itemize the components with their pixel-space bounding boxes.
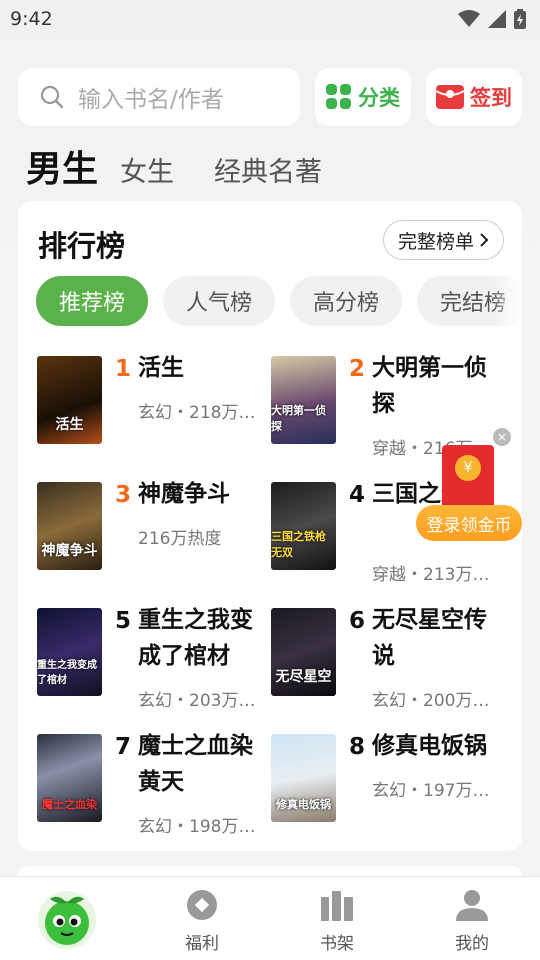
book-meta: 玄幻・197万… [372, 781, 490, 801]
gender-tabs: 男生 女生 经典名著 [26, 140, 322, 192]
book-title: 魔士之血染黄天 [138, 733, 253, 795]
coin-seal-icon: ¥ [455, 455, 481, 481]
book-rank: 7 [115, 734, 132, 760]
book-cover: 神魔争斗 [37, 482, 102, 570]
chip-popular[interactable]: 人气榜 [163, 276, 275, 326]
book-rank: 1 [115, 356, 132, 382]
status-time: 9:42 [10, 8, 53, 30]
nav-welfare[interactable]: 福利 [152, 877, 252, 960]
book-cover: 重生之我变成了棺材 [37, 608, 102, 696]
book-title: 重生之我变成了棺材 [138, 607, 253, 669]
tab-female[interactable]: 女生 [120, 150, 174, 189]
grid-icon [326, 84, 351, 109]
wifi-icon [458, 10, 480, 27]
status-bar: 9:42 [0, 0, 540, 38]
cover-text: 重生之我变成了棺材 [37, 660, 97, 686]
cover-text: 修真电饭锅 [276, 798, 331, 811]
book-rank: 5 [115, 608, 132, 634]
cover-text: 三国之铁枪无双 [271, 530, 326, 559]
full-list-button[interactable]: 完整榜单 [382, 220, 504, 260]
book-meta: 玄幻・218万… [138, 403, 256, 423]
cellular-icon [488, 10, 506, 28]
cover-text: 魔士之血染 [42, 798, 97, 811]
tab-male[interactable]: 男生 [26, 140, 98, 192]
book-title: 活生 [138, 355, 184, 381]
book-cover: 三国之铁枪无双 [271, 482, 336, 570]
signin-label: 签到 [470, 86, 512, 110]
book-title: 神魔争斗 [138, 481, 230, 507]
search-input[interactable]: 输入书名/作者 [18, 68, 300, 126]
ranking-chips: 推荐榜 人气榜 高分榜 完结榜 [36, 276, 522, 326]
book-rank: 3 [115, 482, 132, 508]
book-rank: 8 [349, 734, 366, 760]
red-envelope-icon [436, 85, 464, 109]
ranking-title: 排行榜 [38, 229, 126, 263]
book-item[interactable]: 神魔争斗 3 神魔争斗 216万热度 [37, 481, 271, 592]
welfare-icon [187, 890, 217, 920]
search-row: 输入书名/作者 分类 签到 [18, 68, 522, 126]
cover-text: 神魔争斗 [41, 543, 98, 559]
nav-bookshelf-label: 书架 [320, 934, 354, 954]
book-title: 修真电饭锅 [372, 733, 487, 759]
book-rank: 6 [349, 608, 366, 634]
book-cover: 活生 [37, 356, 102, 444]
chevron-right-icon [480, 233, 489, 247]
status-icons [458, 9, 526, 29]
book-cover: 修真电饭锅 [271, 734, 336, 822]
home-logo-button[interactable] [38, 891, 96, 949]
promo-close-icon[interactable]: × [493, 428, 511, 446]
book-cover: 魔士之血染 [37, 734, 102, 822]
book-item[interactable]: 无尽星空 6 无尽星空传说 玄幻・200万… [271, 607, 505, 718]
login-gold-button[interactable]: 登录领金币 [416, 505, 522, 541]
book-item[interactable]: 修真电饭锅 8 修真电饭锅 玄幻・197万… [271, 733, 505, 844]
category-button[interactable]: 分类 [315, 68, 411, 126]
book-item[interactable]: 重生之我变成了棺材 5 重生之我变成了棺材 玄幻・203万… [37, 607, 271, 718]
cover-text: 无尽星空 [275, 669, 332, 685]
cover-text: 大明第一侦探 [271, 404, 326, 433]
search-placeholder: 输入书名/作者 [78, 87, 224, 113]
book-title: 大明第一侦探 [372, 355, 487, 417]
signin-button[interactable]: 签到 [426, 68, 522, 126]
bottom-nav: 福利 书架 我的 [0, 876, 540, 960]
book-cover: 大明第一侦探 [271, 356, 336, 444]
chip-top-rated[interactable]: 高分榜 [290, 276, 402, 326]
book-item[interactable]: 活生 1 活生 玄幻・218万… [37, 355, 271, 466]
nav-welfare-label: 福利 [185, 934, 219, 954]
cover-text: 活生 [55, 417, 84, 433]
battery-icon [514, 9, 526, 29]
chips-fade [492, 276, 522, 326]
sprout-mascot-icon [45, 896, 89, 945]
user-icon [456, 890, 488, 921]
bookshelf-icon [321, 891, 353, 921]
book-title: 无尽星空传说 [372, 607, 487, 669]
tab-classics[interactable]: 经典名著 [214, 150, 322, 189]
book-meta: 玄幻・203万… [138, 691, 256, 711]
book-meta: 玄幻・200万… [372, 691, 490, 711]
book-item[interactable]: 魔士之血染 7 魔士之血染黄天 玄幻・198万… [37, 733, 271, 844]
book-rank: 2 [349, 356, 366, 382]
book-cover: 无尽星空 [271, 608, 336, 696]
nav-mine[interactable]: 我的 [422, 877, 522, 960]
book-meta: 玄幻・198万… [138, 817, 256, 837]
book-rank: 4 [349, 482, 366, 508]
book-meta: 穿越・213万… [372, 565, 490, 585]
full-list-label: 完整榜单 [397, 230, 474, 253]
red-packet-promo[interactable]: ¥ [442, 445, 494, 509]
book-meta: 216万热度 [138, 529, 222, 549]
category-label: 分类 [358, 86, 400, 110]
nav-bookshelf[interactable]: 书架 [287, 877, 387, 960]
chip-recommended[interactable]: 推荐榜 [36, 276, 148, 326]
nav-mine-label: 我的 [455, 934, 489, 954]
search-icon [40, 85, 64, 109]
